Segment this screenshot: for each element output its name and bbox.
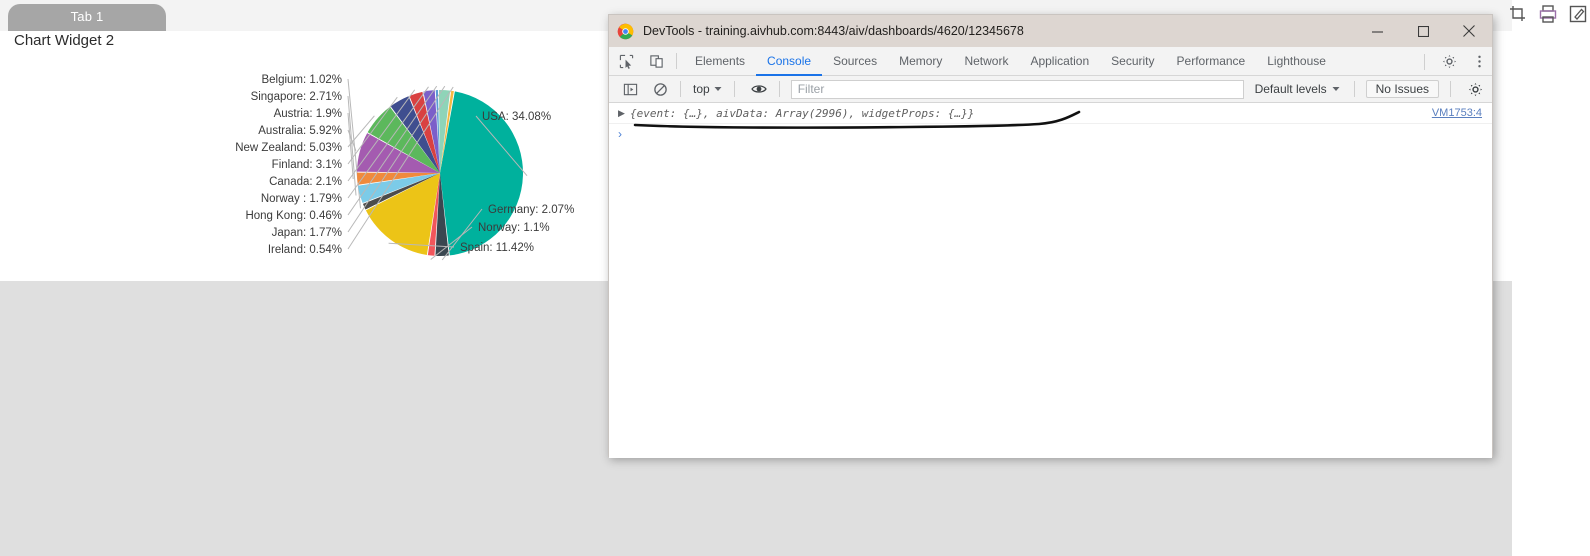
toolbar-divider xyxy=(1353,81,1355,97)
pie-slice-label: New Zealand: 5.03% xyxy=(235,142,342,154)
chevron-down-icon xyxy=(714,82,722,96)
devtools-tabbar-actions xyxy=(1417,47,1492,76)
devtools-tab-console[interactable]: Console xyxy=(756,47,822,76)
pie-chart-svg: USA: 34.08% Germany: 2.07% Norway: 1.1% Spa… xyxy=(235,74,574,261)
devtools-tab-lighthouse[interactable]: Lighthouse xyxy=(1256,47,1337,76)
dashboard-tab-1[interactable]: Tab 1 xyxy=(8,4,166,31)
inspect-element-icon[interactable] xyxy=(613,49,639,73)
chrome-logo-icon xyxy=(617,23,634,40)
devtools-tab-label: Sources xyxy=(833,53,878,68)
chevron-down-icon xyxy=(1332,82,1340,96)
console-log-row[interactable]: ▶ {event: {…}, aivData: Array(2996), wid… xyxy=(609,103,1492,124)
console-input-prompt[interactable]: › xyxy=(609,124,1492,144)
console-toolbar: top Default levels No Issues xyxy=(609,76,1492,103)
pie-slice-label: USA: 34.08% xyxy=(482,111,551,123)
toolbar-divider xyxy=(778,81,780,97)
crop-icon[interactable] xyxy=(1508,4,1528,24)
console-context-selector[interactable]: top xyxy=(688,82,727,96)
console-context-label: top xyxy=(693,82,710,96)
toolbar-divider xyxy=(676,53,677,69)
devtools-tab-network[interactable]: Network xyxy=(953,47,1019,76)
more-options-icon[interactable] xyxy=(1466,50,1492,74)
pie-slice-label: Belgium: 1.02% xyxy=(261,74,342,86)
settings-gear-icon[interactable] xyxy=(1436,50,1462,74)
pie-slice-label: Germany: 2.07% xyxy=(488,204,574,216)
devtools-tab-label: Performance xyxy=(1176,53,1246,68)
prompt-arrow-icon: › xyxy=(618,127,622,141)
devtools-tab-memory[interactable]: Memory xyxy=(888,47,953,76)
console-settings-gear-icon[interactable] xyxy=(1462,77,1488,101)
devtools-tab-label: Security xyxy=(1111,53,1155,68)
console-log-source-link[interactable]: VM1753:4 xyxy=(1432,107,1482,119)
toolbar-divider xyxy=(733,81,735,97)
handdrawn-underline-annotation xyxy=(633,110,1081,129)
devtools-tab-label: Network xyxy=(964,53,1009,68)
pie-slice-label: Ireland: 0.54% xyxy=(268,244,342,256)
live-expression-icon[interactable] xyxy=(746,77,772,101)
console-log-message: {event: {…}, aivData: Array(2996), widge… xyxy=(630,106,975,120)
pie-slice-label: Canada: 2.1% xyxy=(269,176,342,188)
no-issues-button[interactable]: No Issues xyxy=(1365,80,1439,98)
console-log-levels-dropdown[interactable]: Default levels xyxy=(1248,82,1347,96)
console-output: ▶ {event: {…}, aivData: Array(2996), wid… xyxy=(609,103,1492,458)
console-filter-input[interactable] xyxy=(790,79,1244,99)
devtools-titlebar: DevTools - training.aivhub.com:8443/aiv/… xyxy=(609,15,1492,47)
devtools-tab-label: Memory xyxy=(899,53,943,68)
devtools-tab-label: Console xyxy=(767,53,812,68)
pie-slice-label: Hong Kong: 0.46% xyxy=(245,210,342,222)
devtools-window-controls xyxy=(1354,15,1492,47)
toolbar-divider xyxy=(1450,81,1451,97)
devtools-panel-tabs: Elements Console Sources Memory Network Appli… xyxy=(684,47,1337,76)
close-icon[interactable] xyxy=(1446,15,1492,47)
devtools-tab-label: Application xyxy=(1030,53,1090,68)
clear-console-icon[interactable] xyxy=(647,77,673,101)
devtools-tab-performance[interactable]: Performance xyxy=(1166,47,1257,76)
devtools-tab-sources[interactable]: Sources xyxy=(822,47,888,76)
toolbar-divider xyxy=(680,81,681,97)
console-sidebar-icon[interactable] xyxy=(617,77,643,101)
print-icon[interactable] xyxy=(1538,4,1558,24)
devtools-window-title: DevTools - training.aivhub.com:8443/aiv/… xyxy=(643,24,1024,38)
devtools-tabbar: Elements Console Sources Memory Network Appli… xyxy=(609,47,1492,76)
pie-slice-label: Australia: 5.92% xyxy=(258,125,342,137)
screen-root: Tab 1 Chart Widget 2 USA: 34.08% Germany:… xyxy=(0,0,1590,556)
toolbar-divider xyxy=(1424,53,1425,70)
pie-slice-label: Norway: 1.1% xyxy=(478,222,550,234)
pie-slice-label: Japan: 1.77% xyxy=(272,227,342,239)
minimize-icon[interactable] xyxy=(1354,15,1400,47)
maximize-icon[interactable] xyxy=(1400,15,1446,47)
pie-chart: USA: 34.08% Germany: 2.07% Norway: 1.1% Spa… xyxy=(160,60,630,275)
devtools-tab-elements[interactable]: Elements xyxy=(684,47,756,76)
dashboard-tab-1-label: Tab 1 xyxy=(70,9,104,24)
devtools-tab-application[interactable]: Application xyxy=(1019,47,1100,76)
pie-slice-label: Austria: 1.9% xyxy=(274,108,342,120)
devtools-tab-label: Lighthouse xyxy=(1267,53,1326,68)
console-log-levels-label: Default levels xyxy=(1254,82,1327,96)
expand-arrow-icon[interactable]: ▶ xyxy=(618,108,630,118)
pie-slice-label: Norway : 1.79% xyxy=(261,193,342,205)
devtools-window: DevTools - training.aivhub.com:8443/aiv/… xyxy=(608,14,1493,458)
widget-title: Chart Widget 2 xyxy=(14,32,115,49)
pie-slice-label: Spain: 11.42% xyxy=(460,242,534,254)
edit-icon[interactable] xyxy=(1568,4,1588,24)
devtools-tab-label: Elements xyxy=(695,53,746,68)
page-right-margin xyxy=(1512,0,1590,556)
device-toolbar-icon[interactable] xyxy=(643,49,669,73)
pie-slice-label: Singapore: 2.71% xyxy=(251,91,342,103)
devtools-tab-security[interactable]: Security xyxy=(1100,47,1165,76)
pie-slice-label: Finland: 3.1% xyxy=(272,159,342,171)
